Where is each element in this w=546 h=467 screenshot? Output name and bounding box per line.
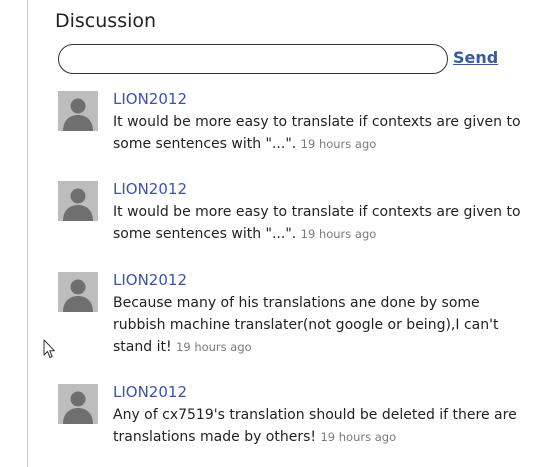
mouse-pointer-icon (43, 339, 55, 358)
comment-text: It would be more easy to translate if co… (113, 201, 533, 245)
comment-timestamp: 19 hours ago (320, 430, 397, 444)
comment-message: Because many of his translations ane don… (113, 295, 499, 355)
comment-timestamp: 19 hours ago (300, 137, 377, 151)
comment-input[interactable] (58, 44, 448, 74)
avatar[interactable] (58, 272, 98, 312)
comment-input-row: Send (58, 44, 528, 76)
comment-text: It would be more easy to translate if co… (113, 111, 533, 155)
avatar[interactable] (58, 384, 98, 424)
default-user-icon (58, 384, 98, 424)
panel-left-border (27, 0, 28, 467)
comment-timestamp: 19 hours ago (176, 340, 252, 354)
default-user-icon (58, 181, 98, 221)
default-user-icon (58, 272, 98, 312)
comment-author-link[interactable]: LION2012 (113, 270, 533, 290)
comment-body: LION2012 Any of cx7519's translation sho… (113, 382, 533, 448)
discussion-title: Discussion (55, 10, 157, 32)
comment-message: Any of cx7519's translation should be de… (113, 407, 517, 445)
send-link[interactable]: Send (453, 48, 498, 67)
avatar[interactable] (58, 181, 98, 221)
comment-author-link[interactable]: LION2012 (113, 179, 533, 199)
default-user-icon (58, 91, 98, 131)
comment-body: LION2012 Because many of his translation… (113, 270, 533, 358)
avatar[interactable] (58, 91, 98, 131)
comment-text: Any of cx7519's translation should be de… (113, 404, 533, 448)
comment-text: Because many of his translations ane don… (113, 292, 533, 358)
comment-timestamp: 19 hours ago (300, 227, 377, 241)
comment-body: LION2012 It would be more easy to transl… (113, 89, 533, 155)
comment-author-link[interactable]: LION2012 (113, 382, 533, 402)
comment-author-link[interactable]: LION2012 (113, 89, 533, 109)
comment-body: LION2012 It would be more easy to transl… (113, 179, 533, 245)
